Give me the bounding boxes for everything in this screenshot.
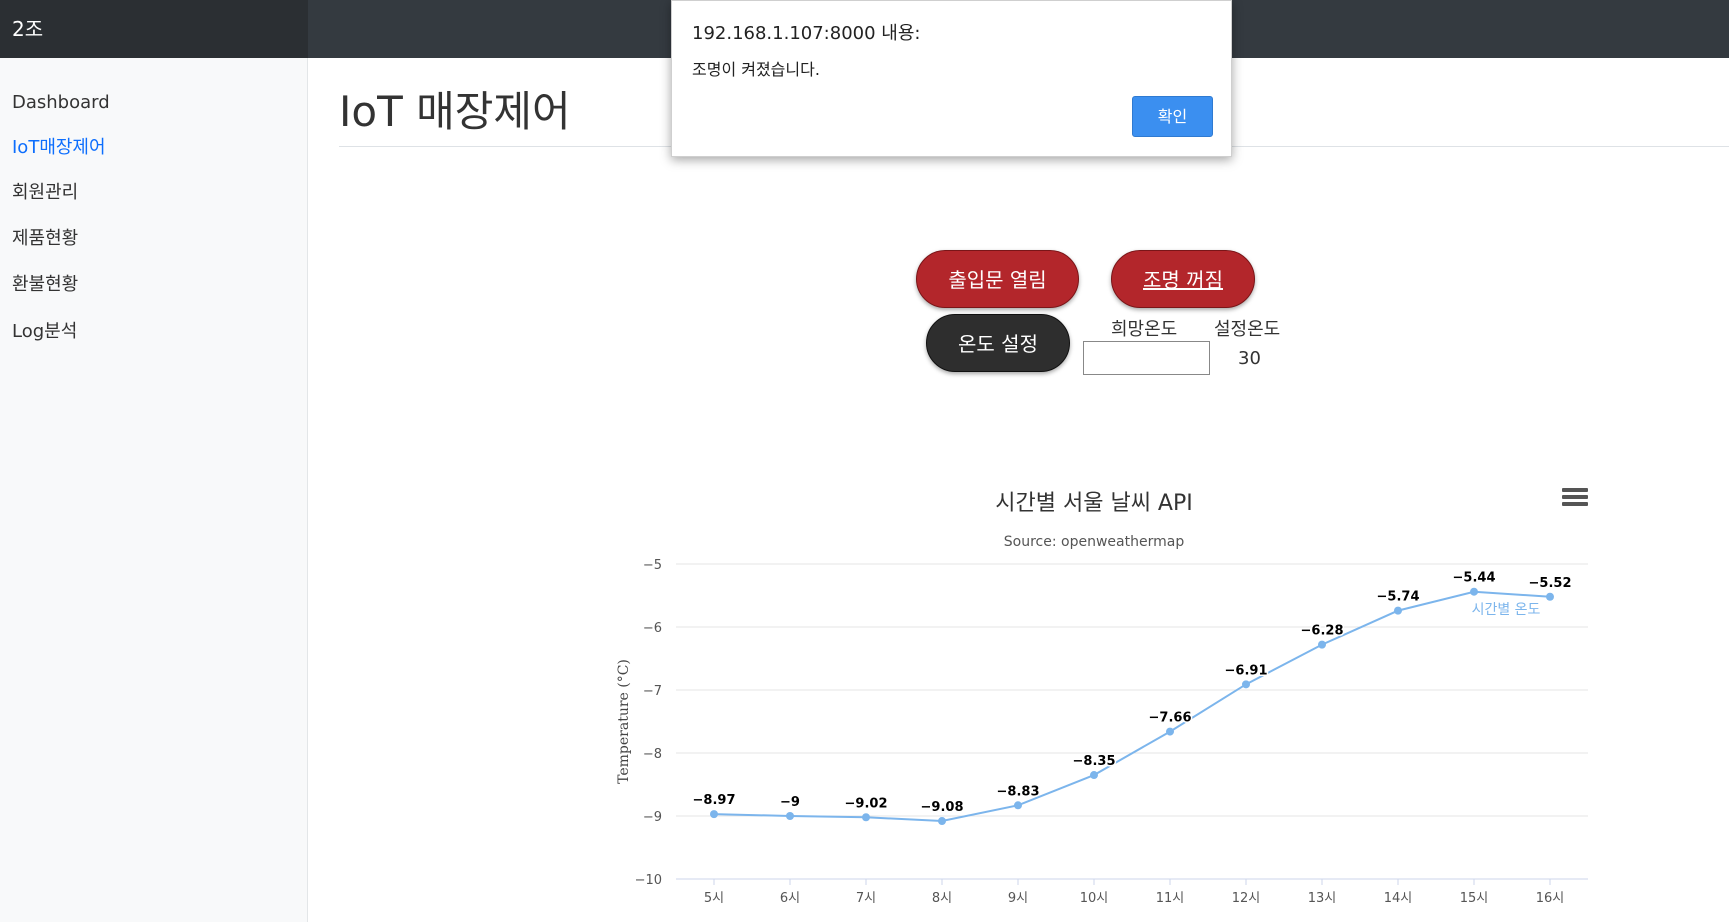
data-point xyxy=(1242,680,1250,689)
data-point xyxy=(1546,592,1554,601)
data-label: −9.08 xyxy=(921,800,964,815)
x-tick-label: 7시 xyxy=(856,891,876,906)
data-label: −9 xyxy=(780,795,800,810)
data-label: −9.02 xyxy=(845,796,888,811)
series-line xyxy=(713,590,1551,823)
x-tick-label: 13시 xyxy=(1308,891,1337,906)
data-label: −7.66 xyxy=(1149,711,1192,726)
sidebar-item-dashboard[interactable]: Dashboard xyxy=(12,91,110,115)
sidebar: Dashboard IoT매장제어 회원관리 제품현황 환불현황 Log분석 xyxy=(0,58,308,922)
chart-subtitle: Source: openweathermap xyxy=(1004,534,1185,550)
desired-temp-input[interactable] xyxy=(1083,341,1210,375)
x-tick-label: 14시 xyxy=(1384,891,1413,906)
data-point xyxy=(1014,801,1022,810)
door-toggle-label: 출입문 열림 xyxy=(948,268,1047,292)
y-axis-label: Temperature (°C) xyxy=(616,659,632,784)
sidebar-item-products[interactable]: 제품현황 xyxy=(12,227,78,251)
temp-set-label: 온도 설정 xyxy=(958,332,1038,356)
y-tick-label: −9 xyxy=(643,810,662,825)
x-tick-label: 16시 xyxy=(1536,891,1565,906)
chart-menu-icon[interactable] xyxy=(1562,488,1588,510)
sidebar-item-members[interactable]: 회원관리 xyxy=(12,181,78,205)
series-label: 시간별 온도 xyxy=(1472,602,1541,618)
temperature-chart-svg: 시간별 서울 날씨 API Source: openweathermap −5 −6 −… xyxy=(616,491,1588,906)
sidebar-item-log-analysis[interactable]: Log분석 xyxy=(12,320,77,344)
y-tick-label: −6 xyxy=(643,621,662,636)
temp-set-button[interactable]: 온도 설정 xyxy=(926,314,1070,372)
dialog-origin: 192.168.1.107:8000 내용: xyxy=(692,23,921,44)
x-tick-label: 11시 xyxy=(1156,891,1185,906)
y-tick-label: −5 xyxy=(643,558,662,573)
page-title: IoT 매장제어 xyxy=(339,87,571,136)
data-label: −8.83 xyxy=(997,784,1040,799)
data-point xyxy=(1470,587,1478,596)
data-label: −5.52 xyxy=(1529,576,1572,591)
data-point xyxy=(710,810,718,819)
x-tick-label: 15시 xyxy=(1460,891,1489,906)
sidebar-item-iot-control[interactable]: IoT매장제어 xyxy=(12,136,106,160)
dialog-ok-button[interactable]: 확인 xyxy=(1132,96,1213,137)
data-point xyxy=(786,812,794,820)
x-tick-label: 12시 xyxy=(1232,891,1261,906)
chart-title: 시간별 서울 날씨 API xyxy=(995,491,1192,516)
door-toggle-button[interactable]: 출입문 열림 xyxy=(916,250,1079,308)
data-label: −8.35 xyxy=(1073,754,1116,769)
y-tick-label: −10 xyxy=(635,873,662,888)
data-point xyxy=(862,813,870,822)
temperature-chart: 시간별 서울 날씨 API Source: openweathermap −5 −6 −… xyxy=(600,470,1610,922)
data-label: −8.97 xyxy=(693,793,736,808)
data-label: −6.28 xyxy=(1301,624,1344,639)
brand-label[interactable]: 2조 xyxy=(0,0,308,58)
alert-dialog: 192.168.1.107:8000 내용: 조명이 켜졌습니다. 확인 xyxy=(671,0,1232,157)
data-label: −5.44 xyxy=(1453,571,1496,586)
x-tick-label: 8시 xyxy=(932,891,952,906)
x-tick-label: 9시 xyxy=(1008,891,1028,906)
data-point xyxy=(1166,727,1174,736)
sidebar-item-refunds[interactable]: 환불현황 xyxy=(12,273,78,297)
data-point xyxy=(1090,771,1098,780)
data-point xyxy=(1318,640,1326,649)
x-tick-label: 6시 xyxy=(780,891,800,906)
data-point xyxy=(1394,606,1402,615)
data-point xyxy=(938,817,946,826)
y-tick-label: −8 xyxy=(643,747,662,762)
desired-temp-label: 희망온도 xyxy=(1111,319,1178,340)
light-toggle-label: 조명 꺼짐 xyxy=(1143,268,1223,292)
light-toggle-button[interactable]: 조명 꺼짐 xyxy=(1111,250,1255,308)
data-label: −6.91 xyxy=(1225,663,1268,678)
x-tick-label: 10시 xyxy=(1080,891,1109,906)
set-temp-value: 30 xyxy=(1238,348,1261,369)
dialog-message: 조명이 켜졌습니다. xyxy=(692,60,820,79)
data-label: −5.74 xyxy=(1377,590,1420,605)
x-tick-label: 5시 xyxy=(704,891,724,906)
set-temp-label: 설정온도 xyxy=(1214,319,1281,340)
y-tick-label: −7 xyxy=(643,684,662,699)
